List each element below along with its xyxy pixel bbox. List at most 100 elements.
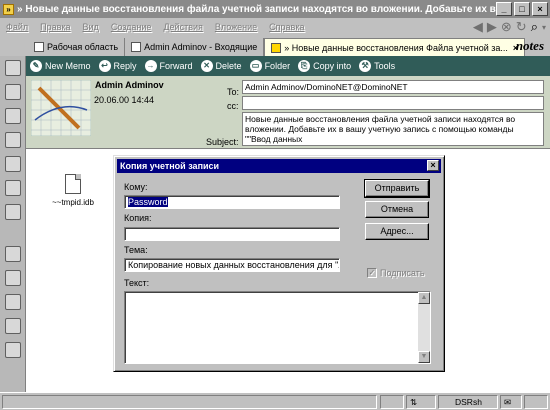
notes-bookmark-icon[interactable] [5,342,21,358]
menu-help[interactable]: Справка [269,22,304,32]
action-label: Reply [113,61,137,71]
title-bar: » » Новые данные восстановления файла уч… [0,0,550,18]
dialog-text-area[interactable]: ▲ ▼ [124,291,431,364]
tools-icon: ⚒ [359,60,372,72]
menu-edit[interactable]: Правка [40,22,70,32]
dialog-to-input[interactable]: Password [124,195,340,209]
stop-icon[interactable]: ⊗ [501,19,512,35]
workspace-icon [34,42,44,52]
menu-bar: Файл Правка Вид Создание Действия Вложен… [0,18,550,36]
address-button[interactable]: Адрес... [365,223,429,240]
scroll-down-icon[interactable]: ▼ [418,351,430,363]
attachment-name: ~~tmpid.idb [52,198,94,207]
menu-actions[interactable]: Действия [163,22,202,32]
dialog-subject-label: Тема: [124,245,148,255]
databases-bookmark-icon[interactable] [5,204,21,220]
menu-view[interactable]: Вид [83,22,99,32]
send-button[interactable]: Отправить [364,179,430,198]
sign-checkbox[interactable]: ✓ Подписать [367,268,425,278]
dialog-text-label: Текст: [124,278,150,288]
tab-current-memo[interactable]: » Новые данные восстановления Файла учет… [264,38,526,56]
action-folder-button[interactable]: ▭ Folder [249,60,291,72]
address-book-bookmark-icon[interactable] [5,108,21,124]
refresh-icon[interactable]: ↻ [516,19,527,35]
menu-create[interactable]: Создание [111,22,152,32]
favorites-bookmark-icon[interactable] [5,180,21,196]
dialog-close-button[interactable]: × [427,160,439,171]
cc-field[interactable] [242,96,544,110]
maximize-button[interactable]: □ [514,2,530,16]
location-indicator[interactable]: DSRsh [438,395,498,409]
folder-icon: ▭ [249,60,262,72]
bookmark-bar [0,56,26,410]
sender-name: Admin Adminov [95,80,164,90]
status-bar: ⇅ DSRsh ✉ [0,392,550,410]
status-mail-icon[interactable]: ✉ [500,395,522,409]
dialog-to-label: Кому: [124,182,148,192]
action-copy-into-button[interactable]: ⎘ Copy into [298,60,351,72]
status-inbox-icon[interactable] [524,395,548,409]
notes-logo: notes [515,38,544,53]
cancel-button[interactable]: Отмена [365,201,429,218]
file-icon [65,174,81,194]
more-bookmarks-icon[interactable] [5,270,21,286]
attachment[interactable]: ~~tmpid.idb [48,174,98,207]
forward-icon: → [144,60,157,72]
dialog-subject-input[interactable]: Копирование новых данных восстановления … [124,258,340,272]
action-forward-button[interactable]: → Forward [144,60,193,72]
subject-field[interactable]: Новые данные восстановления файла учетно… [242,112,544,146]
tab-bar: Рабочая область Admin Adminov - Входящие… [28,36,550,56]
new-memo-icon: ✎ [30,60,42,72]
mail-bookmark-icon[interactable] [5,60,21,76]
action-bar: ✎ New Memo ↩ Reply → Forward ✕ Delete ▭ Folder ⎘ Co… [26,56,550,76]
status-message [2,395,377,409]
action-new-memo-button[interactable]: ✎ New Memo [30,60,91,72]
forward-nav-icon[interactable]: ▶ [487,19,497,35]
text-scrollbar[interactable]: ▲ ▼ [418,292,430,363]
menu-file[interactable]: Файл [6,22,28,32]
close-window-button[interactable]: × [532,2,548,16]
action-label: New Memo [45,61,91,71]
tab-inbox[interactable]: Admin Adminov - Входящие [125,38,265,56]
window-title: » Новые данные восстановления файла учет… [17,3,497,15]
calendar-bookmark-icon[interactable] [5,84,21,100]
status-bars-icon[interactable] [380,395,404,409]
to-field[interactable]: Admin Adminov/DominoNET@DominoNET [242,80,544,94]
action-delete-button[interactable]: ✕ Delete [200,60,242,72]
replicator-bookmark-icon[interactable] [5,156,21,172]
reply-icon: ↩ [98,60,111,72]
sign-check-icon: ✓ [367,268,377,278]
minimize-button[interactable]: _ [496,2,512,16]
action-label: Forward [159,61,193,71]
to-label: To: [227,87,240,97]
action-label: Tools [374,61,396,71]
scroll-up-icon[interactable]: ▲ [418,292,430,304]
action-label: Delete [215,61,242,71]
status-arrows-icon[interactable]: ⇅ [406,395,436,409]
dialog-copy-input[interactable] [124,227,340,241]
todo-bookmark-icon[interactable] [5,132,21,148]
dropdown-chevron-icon[interactable]: ▾ [542,23,546,32]
action-label: Copy into [313,61,352,71]
history-bookmark-icon[interactable] [5,318,21,334]
web-bookmark-icon[interactable] [5,246,21,262]
dialog-copy-label: Копия: [124,213,152,223]
back-icon[interactable]: ◀ [473,19,483,35]
tab-workspace[interactable]: Рабочая область [28,38,126,56]
nav-toolbar: ◀ ▶ ⊗ ↻ ⌕ ▾ [473,18,546,36]
copy-into-icon: ⎘ [298,60,311,72]
menu-attachment[interactable]: Вложение [215,22,257,32]
cc-label: cc: [227,101,239,111]
inbox-icon [131,42,142,52]
dialog-title: Копия учетной записи × [117,159,441,173]
sign-label: Подписать [380,268,425,278]
notes-app-icon[interactable]: » [3,3,14,15]
action-label: Folder [264,61,291,71]
delete-icon: ✕ [200,60,213,72]
folder-bookmark-icon[interactable] [5,294,21,310]
action-tools-button[interactable]: ⚒ Tools [359,60,395,72]
dialog-to-value: Password [128,197,168,207]
action-reply-button[interactable]: ↩ Reply [98,60,137,72]
sent-date: 20.06.00 14:44 [94,95,155,105]
search-icon[interactable]: ⌕ [531,19,538,35]
